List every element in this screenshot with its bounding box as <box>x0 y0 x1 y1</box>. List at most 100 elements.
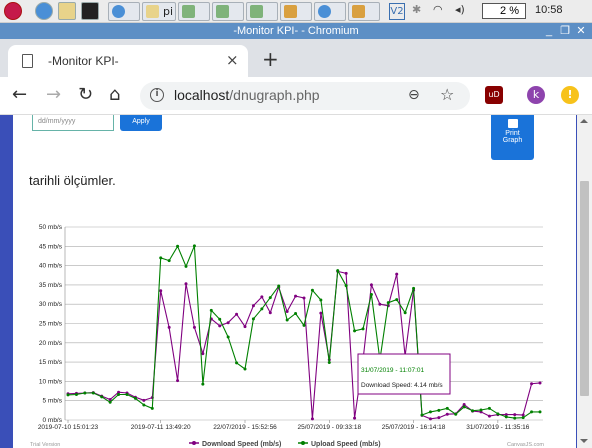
page-viewport: dd/mm/yyyy Apply Print Graph tarihli ölç… <box>0 115 592 448</box>
file-manager-icon[interactable] <box>58 2 76 20</box>
data-point-download <box>294 294 298 298</box>
date-input[interactable]: dd/mm/yyyy <box>32 115 114 131</box>
data-point-upload <box>319 298 323 302</box>
tooltip-value: Download Speed: 4.14 mb/s <box>361 382 443 389</box>
data-point-download <box>235 312 239 316</box>
data-point-upload <box>268 296 272 300</box>
forward-icon[interactable]: → <box>46 84 61 106</box>
data-point-upload <box>344 284 348 288</box>
scroll-up-icon[interactable] <box>580 119 588 123</box>
update-alert-icon[interactable]: ! <box>561 86 579 104</box>
scroll-down-icon[interactable] <box>580 439 588 443</box>
taskbar-window-editor-1[interactable] <box>280 2 312 21</box>
data-point-download <box>538 381 542 385</box>
tab-title: -Monitor KPI- <box>48 54 119 68</box>
taskbar-window-image-3[interactable] <box>246 2 278 21</box>
info-icon[interactable]: i <box>150 88 164 102</box>
data-point-upload <box>184 264 188 268</box>
chromium-icon <box>318 5 331 18</box>
ublock-icon[interactable]: uD <box>485 86 503 104</box>
data-point-download <box>176 379 180 383</box>
clock[interactable]: 10:58 <box>535 4 563 16</box>
address-bar[interactable]: i localhost/dnugraph.php ⊖ ☆ <box>140 82 470 110</box>
chart-series <box>66 244 542 421</box>
web-browser-icon[interactable] <box>35 2 53 20</box>
taskbar-window-image-2[interactable] <box>212 2 244 21</box>
scrollbar-thumb[interactable] <box>580 181 589 396</box>
chart-tooltip: 31/07/2019 - 11:07:01 Download Speed: 4.… <box>357 353 451 395</box>
taskbar-window-chromium[interactable] <box>108 2 140 21</box>
wifi-icon[interactable]: ◠ <box>433 3 443 16</box>
apply-button[interactable]: Apply <box>120 115 162 131</box>
trial-version-label: Trial Version <box>30 442 60 448</box>
data-point-upload <box>353 329 357 333</box>
vnc-icon[interactable]: V2 <box>389 3 405 20</box>
legend-upload[interactable]: Upload Speed (mb/s) <box>298 441 381 448</box>
x-tick-label: 22/07/2019 - 15:52:56 <box>213 424 277 431</box>
data-point-download <box>437 416 441 420</box>
url-text[interactable]: localhost/dnugraph.php <box>174 87 320 103</box>
y-tick-label: 45 mb/s <box>39 243 63 250</box>
profile-avatar[interactable]: k <box>527 86 545 104</box>
tab-strip: -Monitor KPI- × + <box>0 39 592 77</box>
page-heading: tarihli ölçümler. <box>29 173 116 188</box>
speed-chart[interactable]: 0 mb/s 5 mb/s 10 mb/s 15 mb/s 20 mb/s 25 mb/s… <box>13 223 576 448</box>
browser-toolbar: ← → ↻ ⌂ i localhost/dnugraph.php ⊖ ☆ uD … <box>0 77 592 115</box>
data-point-upload <box>260 307 264 311</box>
maximize-icon[interactable]: ❐ <box>558 23 572 39</box>
close-icon[interactable]: ✕ <box>574 23 588 39</box>
data-point-upload <box>117 393 121 397</box>
back-icon[interactable]: ← <box>12 84 27 106</box>
x-tick-label: 2019-07-10 15:01:23 <box>38 424 99 431</box>
y-tick-label: 0 mb/s <box>42 417 62 424</box>
chromium-icon <box>112 5 125 18</box>
data-point-download <box>260 295 264 299</box>
data-point-upload <box>251 317 255 321</box>
data-point-upload <box>445 406 449 410</box>
data-point-upload <box>167 259 171 263</box>
printer-icon <box>507 119 518 128</box>
y-tick-label: 25 mb/s <box>39 321 63 328</box>
data-point-upload <box>209 308 213 312</box>
data-point-download <box>428 417 432 421</box>
taskbar-window-folder[interactable]: pi <box>142 2 176 21</box>
data-point-download <box>530 382 534 386</box>
new-tab-icon[interactable]: + <box>262 47 279 71</box>
window-title: -Monitor KPI- - Chromium <box>233 25 359 37</box>
data-point-upload <box>327 360 331 364</box>
taskbar-window-chromium-2[interactable] <box>314 2 346 21</box>
series-line-download <box>67 270 541 420</box>
data-point-upload <box>142 403 146 407</box>
data-point-upload <box>150 406 154 410</box>
bookmark-star-icon[interactable]: ☆ <box>440 85 454 104</box>
x-tick-label: 25/07/2019 - 16:14:18 <box>382 424 446 431</box>
data-point-download <box>302 296 306 300</box>
x-axis-labels: 2019-07-10 15:01:23 2019-07-11 13:49:20 22… <box>38 424 530 431</box>
tab-monitor-kpi[interactable]: -Monitor KPI- × <box>8 45 248 77</box>
folder-icon <box>146 5 159 18</box>
taskbar-window-image-1[interactable] <box>178 2 210 21</box>
zoom-icon[interactable]: ⊖ <box>408 87 420 103</box>
y-tick-label: 20 mb/s <box>39 340 63 347</box>
print-graph-button[interactable]: Print Graph <box>491 115 534 160</box>
data-point-download <box>268 311 272 315</box>
bluetooth-icon[interactable]: ✱ <box>412 3 421 16</box>
tab-close-icon[interactable]: × <box>226 51 239 69</box>
data-point-upload <box>336 269 340 273</box>
home-icon[interactable]: ⌂ <box>109 84 120 106</box>
data-point-upload <box>538 410 542 414</box>
volume-icon[interactable]: ◂) <box>455 3 465 16</box>
data-point-upload <box>420 413 424 417</box>
data-point-download <box>353 416 357 420</box>
raspberry-menu-icon[interactable] <box>4 2 22 20</box>
data-point-upload <box>403 311 407 315</box>
terminal-icon[interactable] <box>81 2 99 20</box>
image-viewer-icon <box>250 5 263 18</box>
window-titlebar: -Monitor KPI- - Chromium _ ❐ ✕ <box>0 23 592 39</box>
vertical-scrollbar[interactable] <box>577 115 592 448</box>
minimize-icon[interactable]: _ <box>542 23 556 39</box>
reload-icon[interactable]: ↻ <box>78 84 93 106</box>
data-point-download <box>285 310 289 314</box>
taskbar-window-editor-2[interactable] <box>348 2 380 21</box>
legend-download[interactable]: Download Speed (mb/s) <box>189 441 281 448</box>
